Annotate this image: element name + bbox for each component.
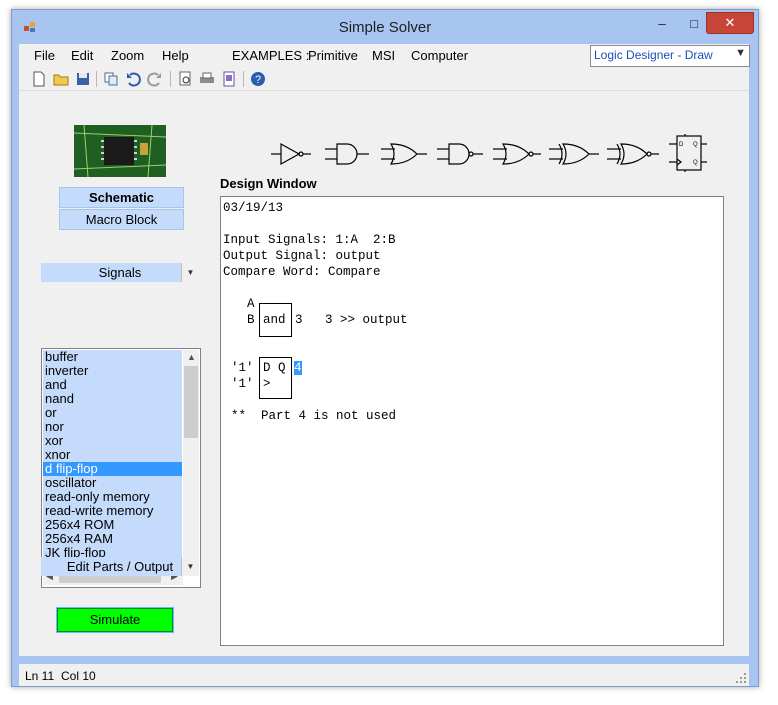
scroll-up-icon[interactable]: ▲ <box>187 352 196 362</box>
svg-text:Q: Q <box>693 160 698 166</box>
copy-icon[interactable] <box>103 71 119 87</box>
d-flip-flop-icon[interactable] <box>669 134 707 172</box>
list-item[interactable]: buffer <box>43 350 182 364</box>
left-panel: Schematic Macro Block Signals ▼ buffer in… <box>19 92 219 633</box>
list-item[interactable]: 256x4 RAM <box>43 532 182 546</box>
list-item[interactable]: nand <box>43 392 182 406</box>
menu-edit[interactable]: Edit <box>71 48 93 63</box>
chevron-down-icon[interactable]: ▼ <box>181 263 199 282</box>
resize-grip-icon[interactable] <box>735 672 747 684</box>
unused-part-note: ** Part 4 is not used <box>231 409 397 423</box>
print-icon[interactable] <box>199 71 215 87</box>
page-setup-icon[interactable] <box>221 71 237 87</box>
list-item[interactable]: 256x4 ROM <box>43 518 182 532</box>
client-area: File Edit Zoom Help EXAMPLES : Primitive… <box>19 44 750 686</box>
status-bar: Ln 11 Col 10 <box>19 664 749 686</box>
title-bar[interactable]: Simple Solver – □ ✕ <box>12 10 758 44</box>
redo-icon[interactable] <box>147 71 163 87</box>
vertical-scroll-thumb[interactable] <box>184 366 198 438</box>
ff-clock-symbol: > <box>263 377 271 391</box>
chevron-down-icon[interactable]: ▼ <box>181 557 199 576</box>
svg-text:D: D <box>679 142 684 148</box>
ff-dq-label: D Q <box>263 361 286 375</box>
list-item[interactable]: d flip-flop <box>43 462 182 476</box>
list-item[interactable]: xnor <box>43 448 182 462</box>
simulate-button[interactable]: Simulate <box>56 607 174 633</box>
window-title: Simple Solver <box>338 19 432 36</box>
edit-parts-dropdown[interactable]: Edit Parts / Output ▼ <box>41 557 199 576</box>
nand-gate-icon[interactable] <box>437 143 483 165</box>
parts-listbox[interactable]: buffer inverter and nand or nor xor xnor d flip-… <box>41 348 201 588</box>
parts-list[interactable]: buffer inverter and nand or nor xor xnor d flip-… <box>43 350 182 568</box>
svg-text:Q: Q <box>693 142 698 148</box>
toolbar-separator <box>170 71 171 87</box>
list-item[interactable]: oscillator <box>43 476 182 490</box>
date-line: 03/19/13 <box>223 201 284 215</box>
svg-text:?: ? <box>255 74 261 86</box>
circuit-board-image <box>74 125 166 177</box>
input-b-label: B <box>247 313 255 327</box>
column-number-status: Col 10 <box>61 669 96 683</box>
menu-computer[interactable]: Computer <box>411 48 468 63</box>
menu-bar: File Edit Zoom Help EXAMPLES : Primitive… <box>19 44 750 68</box>
menu-msi[interactable]: MSI <box>372 48 395 63</box>
design-window-label: Design Window <box>220 176 317 191</box>
toolbar-separator <box>243 71 244 87</box>
line-number-status: Ln 11 <box>25 669 55 683</box>
ff-d-input-label: '1' <box>231 361 254 375</box>
list-item[interactable]: inverter <box>43 364 182 378</box>
list-item[interactable]: nor <box>43 420 182 434</box>
macro-block-button[interactable]: Macro Block <box>59 209 184 230</box>
chevron-down-icon: ▼ <box>735 47 746 59</box>
examples-label: EXAMPLES : <box>232 48 310 63</box>
toolbar: ? <box>19 68 749 91</box>
menu-primitive[interactable]: Primitive <box>308 48 358 63</box>
close-button[interactable]: ✕ <box>706 12 754 34</box>
compare-word-line: Compare Word: Compare <box>223 265 381 279</box>
gate-palette: D Q Q <box>271 134 707 172</box>
input-a-label: A <box>247 297 255 311</box>
signals-dropdown-label: Signals <box>98 265 142 280</box>
help-icon[interactable]: ? <box>250 71 266 87</box>
undo-icon[interactable] <box>125 71 141 87</box>
maximize-button[interactable]: □ <box>680 14 708 34</box>
signals-dropdown[interactable]: Signals ▼ <box>41 263 199 282</box>
list-item[interactable]: and <box>43 378 182 392</box>
xnor-gate-icon[interactable] <box>607 143 659 165</box>
vertical-scrollbar[interactable]: ▲ ▼ <box>183 350 199 568</box>
buffer-gate-icon[interactable] <box>271 142 311 166</box>
edit-parts-dropdown-label: Edit Parts / Output <box>66 559 174 574</box>
list-item[interactable]: read-only memory <box>43 490 182 504</box>
mode-dropdown-value: Logic Designer - Draw <box>594 48 713 62</box>
list-item[interactable]: or <box>43 406 182 420</box>
schematic-button[interactable]: Schematic <box>59 187 184 208</box>
nor-gate-icon[interactable] <box>493 143 541 165</box>
open-folder-icon[interactable] <box>53 71 69 87</box>
minimize-button[interactable]: – <box>648 14 676 34</box>
design-editor[interactable]: 03/19/13 Input Signals: 1:A 2:B Output S… <box>220 196 724 646</box>
toolbar-separator <box>96 71 97 87</box>
mode-dropdown[interactable]: Logic Designer - Draw ▼ <box>590 45 750 67</box>
list-item[interactable]: read-write memory <box>43 504 182 518</box>
input-signals-line: Input Signals: 1:A 2:B <box>223 233 396 247</box>
ff-part-number-selection[interactable]: 4 <box>294 361 302 375</box>
print-preview-icon[interactable] <box>177 71 193 87</box>
or-gate-icon[interactable] <box>381 143 427 165</box>
menu-zoom[interactable]: Zoom <box>111 48 144 63</box>
new-file-icon[interactable] <box>31 71 47 87</box>
list-item[interactable]: xor <box>43 434 182 448</box>
save-icon[interactable] <box>75 71 91 87</box>
xor-gate-icon[interactable] <box>549 143 599 165</box>
and-gate-label: and <box>263 313 286 327</box>
output-signal-line: Output Signal: output <box>223 249 381 263</box>
ff-clock-input-label: '1' <box>231 377 254 391</box>
main-window: Simple Solver – □ ✕ File Edit Zoom Help … <box>11 9 759 687</box>
menu-file[interactable]: File <box>34 48 55 63</box>
menu-help[interactable]: Help <box>162 48 189 63</box>
part3-output-line: 3 3 >> output <box>295 313 408 327</box>
and-gate-icon[interactable] <box>325 143 369 165</box>
